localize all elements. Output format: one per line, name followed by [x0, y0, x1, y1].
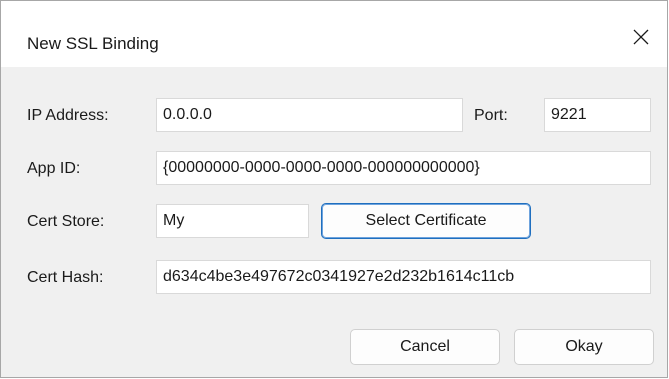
okay-button[interactable]: Okay — [514, 329, 654, 365]
cancel-button[interactable]: Cancel — [350, 329, 500, 365]
app-id-label: App ID: — [27, 160, 81, 177]
select-certificate-button[interactable]: Select Certificate — [321, 203, 531, 239]
close-icon — [633, 29, 649, 45]
close-button[interactable] — [619, 19, 663, 55]
ip-address-label: IP Address: — [27, 107, 109, 124]
ssl-binding-dialog: New SSL Binding IP Address: Port: App ID… — [0, 0, 668, 378]
cert-store-input[interactable] — [156, 204, 309, 238]
app-id-input[interactable] — [156, 151, 651, 185]
dialog-title: New SSL Binding — [27, 34, 159, 53]
cert-hash-input[interactable] — [156, 260, 651, 294]
port-label: Port: — [474, 107, 508, 124]
title-bar: New SSL Binding — [1, 1, 667, 67]
cert-hash-label: Cert Hash: — [27, 269, 104, 286]
ip-address-input[interactable] — [156, 98, 463, 132]
port-input[interactable] — [544, 98, 651, 132]
cert-store-label: Cert Store: — [27, 213, 105, 230]
